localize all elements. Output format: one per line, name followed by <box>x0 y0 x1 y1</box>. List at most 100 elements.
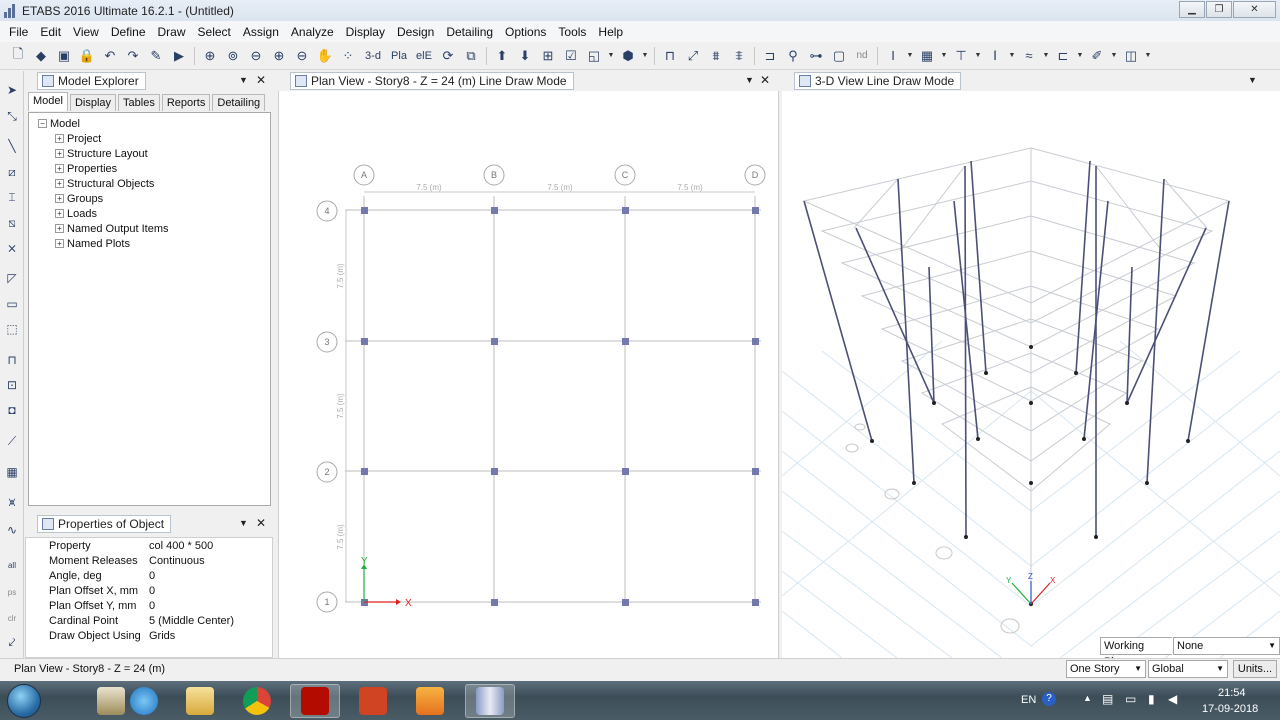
language-indicator[interactable]: EN <box>1021 694 1036 706</box>
menu-assign[interactable]: Assign <box>238 25 285 39</box>
joint-b1[interactable] <box>491 599 498 606</box>
pencil-icon[interactable]: ✎ <box>146 46 166 66</box>
plan-view-button[interactable]: Pla <box>388 46 410 66</box>
plan-view-tab[interactable]: Plan View - Story8 - Z = 24 (m) Line Dra… <box>290 72 574 90</box>
draw-wave-icon[interactable]: ∿ <box>3 521 21 539</box>
zoom-previous-icon[interactable]: ⊖ <box>246 46 266 66</box>
joint-d3[interactable] <box>752 338 759 345</box>
draw-frame-icon[interactable]: ⊓ <box>660 46 680 66</box>
close-view-icon[interactable]: ✕ <box>760 73 770 87</box>
prop-row-draw-object-using[interactable]: Draw Object Using Grids <box>26 628 272 643</box>
dropdown-arrow-icon[interactable]: ▼ <box>607 46 615 66</box>
draw-column-tool-icon[interactable]: ⌶ <box>3 188 21 206</box>
select-pointer-icon[interactable]: ➤ <box>3 81 21 99</box>
dropdown-arrow-icon[interactable]: ▼ <box>906 46 914 66</box>
quick-draw-icon[interactable]: ⧅ <box>3 214 21 232</box>
draw-column-icon[interactable]: ⩩ <box>706 46 726 66</box>
dropdown-arrow-icon[interactable]: ▼ <box>1268 638 1276 654</box>
assign-frame-icon[interactable]: ⊐ <box>760 46 780 66</box>
window-layout-icon[interactable]: ◫ <box>1121 46 1141 66</box>
perspective-icon[interactable]: ⧉ <box>461 46 481 66</box>
draw-floor-icon[interactable]: ◸ <box>3 269 21 287</box>
rotate-icon[interactable]: ⟳ <box>438 46 458 66</box>
prop-value[interactable]: col 400 * 500 <box>148 540 272 552</box>
expand-icon[interactable]: + <box>55 134 64 143</box>
tree-item-groups[interactable]: + Groups <box>29 191 270 206</box>
draw-tendon-icon[interactable]: ⩙ <box>3 493 21 511</box>
assign-restraint-icon[interactable]: ⚲ <box>783 46 803 66</box>
expand-icon[interactable]: + <box>55 209 64 218</box>
prop-row-offset-y[interactable]: Plan Offset Y, mm 0 <box>26 598 272 613</box>
expand-icon[interactable]: + <box>55 239 64 248</box>
tree-item-project[interactable]: + Project <box>29 131 270 146</box>
tab-tables[interactable]: Tables <box>118 94 160 111</box>
clock-date[interactable]: 17-09-2018 <box>1202 703 1258 715</box>
joint-d1[interactable] <box>752 599 759 606</box>
draw-brace-icon[interactable]: ⤢ <box>683 46 703 66</box>
tab-display[interactable]: Display <box>69 94 117 111</box>
quick-wall-icon[interactable]: ⊡ <box>3 376 21 394</box>
node-button[interactable]: nd <box>852 46 872 66</box>
assign-release-icon[interactable]: ⊶ <box>806 46 826 66</box>
previous-selection-icon[interactable]: ps <box>3 583 21 601</box>
draw-opening-icon[interactable]: ◘ <box>3 401 21 419</box>
quick-floor-icon[interactable]: ⬚ <box>3 320 21 338</box>
menu-draw[interactable]: Draw <box>153 25 192 39</box>
taskbar-app-powerpoint[interactable] <box>348 684 398 718</box>
menu-detailing[interactable]: Detailing <box>441 25 499 39</box>
story-option-select[interactable]: One Story ▼ <box>1066 660 1146 678</box>
menu-design[interactable]: Design <box>392 25 440 39</box>
joint-a3[interactable] <box>361 338 368 345</box>
dropdown-arrow-icon[interactable]: ▼ <box>1110 46 1118 66</box>
menu-view[interactable]: View <box>68 25 105 39</box>
menu-file[interactable]: File <box>4 25 34 39</box>
draw-beam-tool-icon[interactable]: ⧄ <box>3 163 21 181</box>
expand-icon[interactable]: + <box>55 149 64 158</box>
view3d-canvas[interactable]: X Y Z <box>781 91 1280 659</box>
joint-d4[interactable] <box>752 207 759 214</box>
zoom-in-icon[interactable]: ⊕ <box>269 46 289 66</box>
undo-icon[interactable]: ↶ <box>100 46 120 66</box>
coordinate-system-select[interactable]: Global ▼ <box>1148 660 1228 678</box>
column-3d[interactable] <box>1075 160 1091 374</box>
column-3d[interactable] <box>964 165 967 538</box>
expand-icon[interactable]: + <box>55 164 64 173</box>
tree-item-structure-layout[interactable]: + Structure Layout <box>29 146 270 161</box>
rubber-band-icon[interactable]: ⁘ <box>338 46 358 66</box>
monitor-icon[interactable]: ▭ <box>1125 692 1136 706</box>
draw-line-icon[interactable]: ╲ <box>3 137 21 155</box>
menu-edit[interactable]: Edit <box>35 25 67 39</box>
object-filter-icon[interactable]: ⊞ <box>538 46 558 66</box>
plan-view-canvas[interactable]: A B C D 4 3 2 1 7.5 (m) 7.5 (m) 7.5 (m) … <box>278 91 779 658</box>
properties-panel-title[interactable]: Properties of Object <box>37 515 172 533</box>
open-model-icon[interactable]: ◆ <box>31 46 51 66</box>
joint-c3[interactable] <box>622 338 629 345</box>
menu-tools[interactable]: Tools <box>553 25 592 39</box>
pan-icon[interactable]: ✋ <box>315 46 335 66</box>
working-plane-select[interactable]: None ▼ <box>1173 637 1280 655</box>
help-tray-icon[interactable]: ? <box>1042 692 1056 706</box>
tee-section-icon[interactable]: ⊤ <box>951 46 971 66</box>
clear-selection-icon[interactable]: clr <box>3 609 21 627</box>
prop-value[interactable]: 5 (Middle Center) <box>148 615 272 627</box>
run-analysis-icon[interactable]: ▶ <box>169 46 189 66</box>
tree-item-named-output-items[interactable]: + Named Output Items <box>29 221 270 236</box>
dropdown-arrow-icon[interactable]: ▼ <box>1076 46 1084 66</box>
taskbar-app-acrobat[interactable] <box>290 684 340 718</box>
prop-row-moment-releases[interactable]: Moment Releases Continuous <box>26 553 272 568</box>
start-button[interactable] <box>7 684 41 718</box>
save-icon[interactable]: ▣ <box>54 46 74 66</box>
column-3d[interactable] <box>803 200 873 442</box>
prop-row-offset-x[interactable]: Plan Offset X, mm 0 <box>26 583 272 598</box>
line-style-icon[interactable]: ≈ <box>1019 46 1039 66</box>
tab-reports[interactable]: Reports <box>161 94 211 111</box>
view-3d-button[interactable]: 3-d <box>361 46 385 66</box>
joint-c2[interactable] <box>622 468 629 475</box>
clock-time[interactable]: 21:54 <box>1218 687 1246 699</box>
checkbox-icon[interactable]: ☑ <box>561 46 581 66</box>
taskbar-app-media[interactable] <box>405 684 455 718</box>
taskbar-app-chrome[interactable] <box>232 684 282 718</box>
view3d-tab[interactable]: 3-D View Line Draw Mode <box>794 72 962 90</box>
zoom-window-icon[interactable]: ⊕ <box>200 46 220 66</box>
section-icon[interactable]: ▦ <box>917 46 937 66</box>
